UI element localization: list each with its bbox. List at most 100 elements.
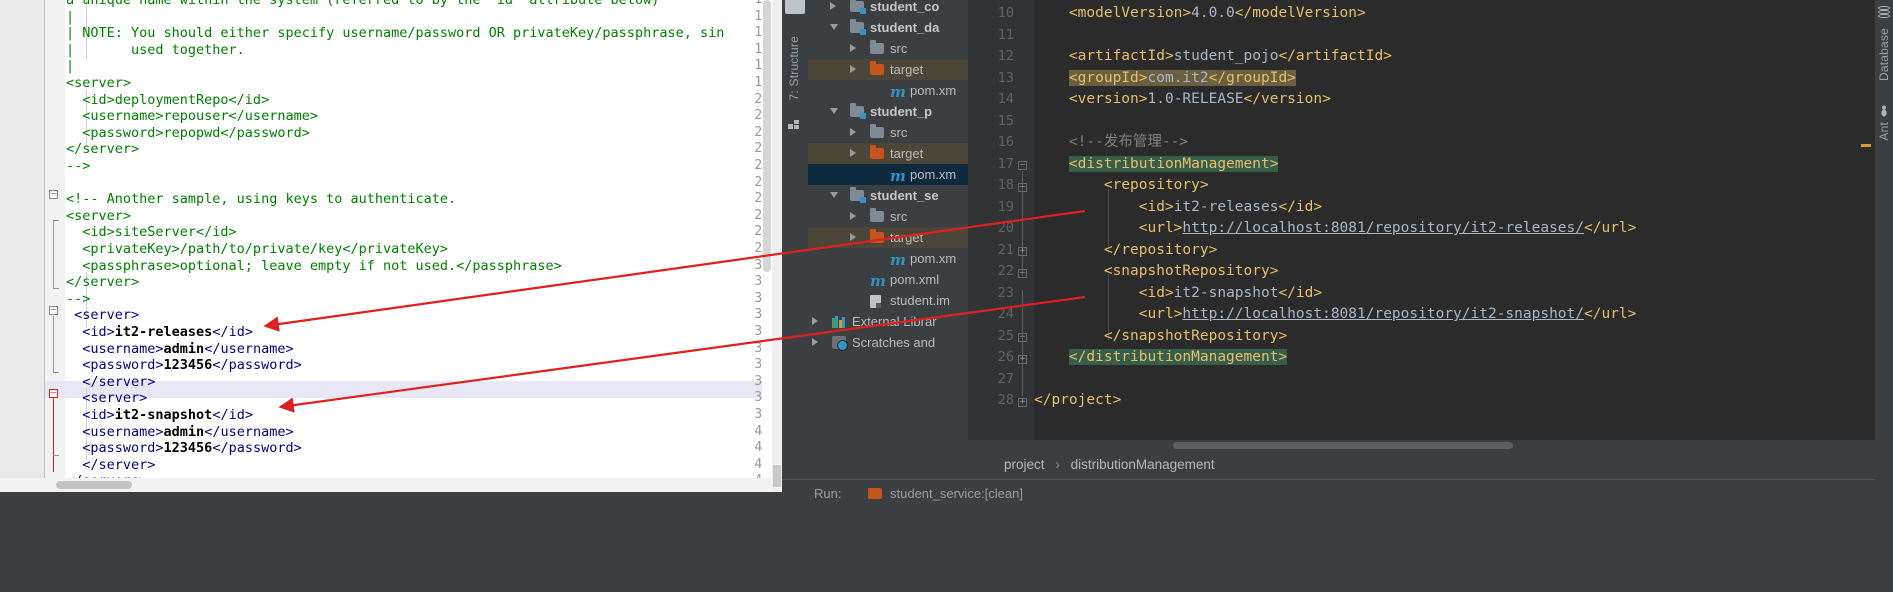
chevron-right-icon[interactable] — [850, 212, 856, 220]
tree-item[interactable]: student_co — [808, 0, 968, 17]
code-line[interactable]: --> — [66, 158, 90, 175]
code-line[interactable]: </repository> — [1034, 240, 1218, 262]
left-vertical-scrollbar-thumb[interactable] — [763, 0, 771, 272]
code-line[interactable]: | — [66, 9, 74, 26]
code-line[interactable]: </server> — [66, 374, 155, 391]
tree-item[interactable]: src — [808, 206, 968, 227]
run-configuration-label[interactable]: student_service:[clean] — [890, 486, 1023, 501]
code-line[interactable]: <server> — [66, 390, 147, 407]
left-fold-column[interactable] — [45, 0, 65, 492]
chevron-right-icon[interactable] — [850, 233, 856, 241]
chevron-right-icon[interactable] — [850, 44, 856, 52]
code-line[interactable]: <url>http://localhost:8081/repository/it… — [1034, 304, 1637, 326]
code-line[interactable]: </project> — [1034, 390, 1121, 412]
code-line[interactable]: <artifactId>student_pojo</artifactId> — [1034, 46, 1392, 68]
tree-item[interactable]: m pom.xml — [808, 269, 968, 290]
code-line[interactable]: </snapshotRepository> — [1034, 326, 1287, 348]
ant-icon[interactable] — [1879, 104, 1889, 117]
tree-item[interactable]: Scratches and — [808, 332, 968, 353]
tree-item[interactable]: target — [808, 143, 968, 164]
database-icon[interactable] — [1878, 6, 1890, 19]
favorites-icon[interactable] — [788, 118, 800, 130]
code-line[interactable]: </server> — [66, 274, 139, 291]
code-line[interactable]: <privateKey>/path/to/private/key</privat… — [66, 241, 448, 258]
code-line[interactable]: <id>deploymentRepo</id> — [66, 92, 269, 109]
code-line[interactable]: <password>repopwd</password> — [66, 125, 310, 142]
code-line[interactable]: <username>repouser</username> — [66, 108, 318, 125]
chevron-right-icon[interactable] — [850, 149, 856, 157]
code-line[interactable]: <groupId>com.it2</groupId> — [1034, 68, 1296, 90]
right-horizontal-scrollbar[interactable] — [968, 440, 1893, 451]
code-line[interactable]: <server> — [66, 75, 131, 92]
code-line[interactable]: <id>it2-snapshot</id> — [66, 407, 253, 424]
code-line[interactable]: <server> — [66, 208, 131, 225]
left-editor-settings-xml[interactable]: – – – 14a unique name within the system … — [0, 0, 772, 492]
tree-item[interactable]: target — [808, 59, 968, 80]
breadcrumb-item-project[interactable]: project — [1004, 457, 1045, 472]
breadcrumb-item-distributionmanagement[interactable]: distributionManagement — [1071, 457, 1215, 472]
code-line[interactable]: <distributionManagement> — [1034, 154, 1279, 176]
chevron-right-icon[interactable] — [830, 2, 836, 10]
fold-marker-collapse[interactable]: – — [49, 190, 58, 199]
splitter-handle[interactable] — [773, 465, 781, 487]
code-line[interactable]: <server> — [66, 307, 139, 324]
fold-marker-expand[interactable]: + — [1018, 247, 1027, 256]
tree-item[interactable]: m pom.xm — [808, 248, 968, 269]
code-line[interactable]: --> — [66, 291, 90, 308]
code-line[interactable]: <password>123456</password> — [66, 440, 301, 457]
code-line[interactable]: | — [66, 58, 74, 75]
url-link[interactable]: http://localhost:8081/repository/it2-sna… — [1182, 306, 1584, 322]
code-line[interactable]: </server> — [66, 457, 155, 474]
tree-item[interactable]: src — [808, 38, 968, 59]
chevron-down-icon[interactable] — [830, 108, 838, 114]
code-line[interactable]: <username>admin</username> — [66, 424, 293, 441]
left-editor-gutter[interactable] — [0, 0, 44, 492]
code-line[interactable]: <url>http://localhost:8081/repository/it… — [1034, 218, 1637, 240]
chevron-right-icon[interactable] — [812, 317, 818, 325]
code-line[interactable]: | used together. — [66, 42, 245, 59]
code-line[interactable]: <!-- Another sample, using keys to authe… — [66, 191, 456, 208]
breadcrumb[interactable]: project › distributionManagement — [968, 451, 1893, 479]
code-line[interactable]: a unique name within the system (referre… — [66, 0, 659, 9]
fold-marker-collapse[interactable]: – — [49, 306, 58, 315]
fold-marker-collapse-active[interactable]: – — [49, 389, 58, 398]
tab-structure[interactable]: 7: Structure — [787, 36, 801, 100]
chevron-right-icon[interactable] — [812, 338, 818, 346]
tree-item[interactable]: External Librar — [808, 311, 968, 332]
code-line[interactable]: <username>admin</username> — [66, 341, 293, 358]
tree-item[interactable]: target — [808, 227, 968, 248]
code-line[interactable]: <passphrase>optional; leave empty if not… — [66, 258, 562, 275]
code-line[interactable]: <!--发布管理--> — [1034, 132, 1188, 154]
left-vertical-scrollbar[interactable] — [762, 0, 772, 478]
fold-marker-expand[interactable]: + — [1018, 398, 1027, 407]
tree-item[interactable]: src — [808, 122, 968, 143]
right-horizontal-scrollbar-thumb[interactable] — [1173, 442, 1513, 449]
code-line[interactable]: <modelVersion>4.0.0</modelVersion> — [1034, 3, 1366, 25]
code-line[interactable]: <id>it2-releases</id> — [66, 324, 253, 341]
code-line[interactable]: <id>it2-releases</id> — [1034, 197, 1322, 219]
fold-marker-expand[interactable]: + — [1018, 355, 1027, 364]
fold-marker-collapse[interactable]: – — [1018, 269, 1027, 278]
fold-marker-collapse[interactable]: – — [1018, 161, 1027, 170]
tree-item[interactable]: student_da — [808, 17, 968, 38]
editor-change-marker[interactable] — [1861, 144, 1871, 147]
tree-item[interactable]: m pom.xm — [808, 164, 968, 185]
code-line[interactable]: <id>it2-snapshot</id> — [1034, 283, 1322, 305]
code-line[interactable]: | NOTE: You should either specify userna… — [66, 25, 724, 42]
tree-item[interactable]: student.im — [808, 290, 968, 311]
chevron-down-icon[interactable] — [830, 192, 838, 198]
left-horizontal-scrollbar-thumb[interactable] — [56, 481, 132, 489]
code-line[interactable]: <id>siteServer</id> — [66, 224, 236, 241]
project-tool-icon[interactable] — [785, 0, 805, 14]
right-editor-pom-xml[interactable]: – – + – + + + 10 <modelVersion>4.0.0</mo… — [968, 0, 1893, 440]
code-line[interactable]: <version>1.0-RELEASE</version> — [1034, 89, 1331, 111]
code-line[interactable]: <snapshotRepository> — [1034, 261, 1279, 283]
chevron-down-icon[interactable] — [830, 24, 838, 30]
tree-item[interactable]: student_se — [808, 185, 968, 206]
code-line[interactable]: <repository> — [1034, 175, 1209, 197]
fold-marker-collapse[interactable]: – — [1018, 183, 1027, 192]
tab-ant[interactable]: Ant — [1877, 122, 1891, 141]
tab-database[interactable]: Database — [1877, 28, 1891, 81]
chevron-right-icon[interactable] — [850, 128, 856, 136]
tree-item[interactable]: m pom.xm — [808, 80, 968, 101]
